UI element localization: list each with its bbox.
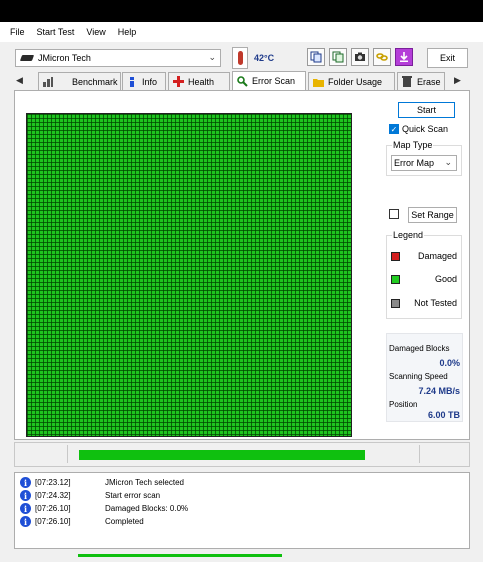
not-tested-swatch [391,299,400,308]
chevron-down-icon: ⌄ [208,52,216,62]
tab-info[interactable]: Info [122,72,166,90]
damaged-swatch [391,252,400,261]
position-value: 6.00 TB [427,410,460,420]
map-type-value: Error Map [394,158,435,168]
start-button[interactable]: Start [398,102,455,118]
temperature-readout: 42°C [254,53,275,63]
info-icon: i [20,516,31,527]
legend-title: Legend [392,230,425,240]
log-message: Completed [105,517,144,526]
scan-progress-fill [79,450,365,460]
benchmark-icon [42,76,54,88]
info-icon [126,76,138,88]
tab-label: Health [188,76,215,87]
tab-label: Info [142,76,158,87]
tab-label: Benchmark [72,76,118,87]
drive-label: JMicron Tech [38,53,91,63]
tab-label: Folder Usage [328,76,383,87]
log-message: Start error scan [105,491,161,500]
quick-scan-label: Quick Scan [402,124,449,134]
magnifier-icon [236,75,248,87]
scan-stats: Damaged Blocks 0.0% Scanning Speed 7.24 … [386,333,463,422]
map-type-group: Map Type Error Map ⌄ [386,140,462,176]
chevron-down-icon: ⌄ [444,157,452,167]
menu-view[interactable]: View [86,27,105,37]
scan-progress-bar [79,450,365,460]
scanning-speed-value: 7.24 MB/s [418,386,460,396]
log-time: [07:23.12] [35,478,71,487]
good-swatch [391,275,400,284]
menu-file[interactable]: File [10,27,25,37]
damaged-blocks-value: 0.0% [439,358,460,368]
log-entry: i [07:26.10] Completed [20,516,460,529]
error-map-grid [26,113,352,437]
link-icon[interactable] [373,48,391,66]
copy-icon[interactable] [307,48,325,66]
menu-bar: File Start Test View Help [0,22,483,42]
position-label: Position [389,400,418,409]
info-icon: i [20,477,31,488]
tab-folder-usage[interactable]: Folder Usage [308,72,395,90]
menu-start-test[interactable]: Start Test [37,27,75,37]
tab-error-scan[interactable]: Error Scan [232,71,306,90]
map-type-title: Map Type [392,140,434,150]
tab-label: Erase [417,76,441,87]
copy-text-icon[interactable] [329,48,347,66]
folder-icon [312,76,324,88]
menu-help[interactable]: Help [118,27,137,37]
tab-health[interactable]: Health [168,72,230,90]
event-log: i [07:23.12] JMicron Tech selected i [07… [14,472,470,549]
quick-scan-checkbox[interactable]: ✓ [389,124,399,134]
log-entry: i [07:24.32] Start error scan [20,490,460,503]
toolbar: JMicron Tech ⌄ 42°C Exit [0,42,483,72]
health-icon [172,76,184,88]
log-message: Damaged Blocks: 0.0% [105,504,189,513]
set-range-checkbox[interactable] [389,209,399,219]
log-time: [07:26.10] [35,517,71,526]
exit-button[interactable]: Exit [427,48,468,68]
error-scan-panel: Start ✓ Quick Scan Map Type Error Map ⌄ … [14,90,470,440]
progress-strip [14,442,470,467]
tab-erase[interactable]: Erase [397,72,445,90]
drive-select[interactable]: JMicron Tech ⌄ [15,49,221,67]
tab-bar: ◀ Benchmark Info Health Error Scan Folde… [12,71,470,90]
legend-good-label: Good [434,274,457,284]
thermometer-icon [232,47,248,69]
log-entry: i [07:23.12] JMicron Tech selected [20,477,460,490]
legend-group: Legend Damaged Good Not Tested [386,230,462,319]
log-time: [07:24.32] [35,491,71,500]
camera-icon[interactable] [351,48,369,66]
map-type-select[interactable]: Error Map ⌄ [391,155,457,171]
legend-good: Good [391,274,457,286]
tab-scroll-left-icon[interactable]: ◀ [16,75,23,86]
legend-damaged: Damaged [391,251,457,263]
log-entry: i [07:26.10] Damaged Blocks: 0.0% [20,503,460,516]
damaged-blocks-label: Damaged Blocks [389,344,450,353]
tab-benchmark[interactable]: Benchmark [38,72,121,90]
tab-scroll-right-icon[interactable]: ▶ [454,75,461,86]
legend-not-tested: Not Tested [391,298,457,310]
save-arrow-icon[interactable] [395,48,413,66]
trash-icon [401,76,413,88]
drive-icon [19,55,35,61]
legend-not-tested-label: Not Tested [414,298,457,308]
legend-damaged-label: Damaged [417,251,457,261]
log-time: [07:26.10] [35,504,71,513]
info-icon: i [20,503,31,514]
scanning-speed-label: Scanning Speed [389,372,448,381]
info-icon: i [20,490,31,501]
status-progress-indicator [78,554,282,557]
tab-label: Error Scan [252,76,296,86]
log-message: JMicron Tech selected [105,478,184,487]
set-range-button[interactable]: Set Range [408,207,457,223]
app-window: File Start Test View Help JMicron Tech ⌄… [0,22,483,562]
